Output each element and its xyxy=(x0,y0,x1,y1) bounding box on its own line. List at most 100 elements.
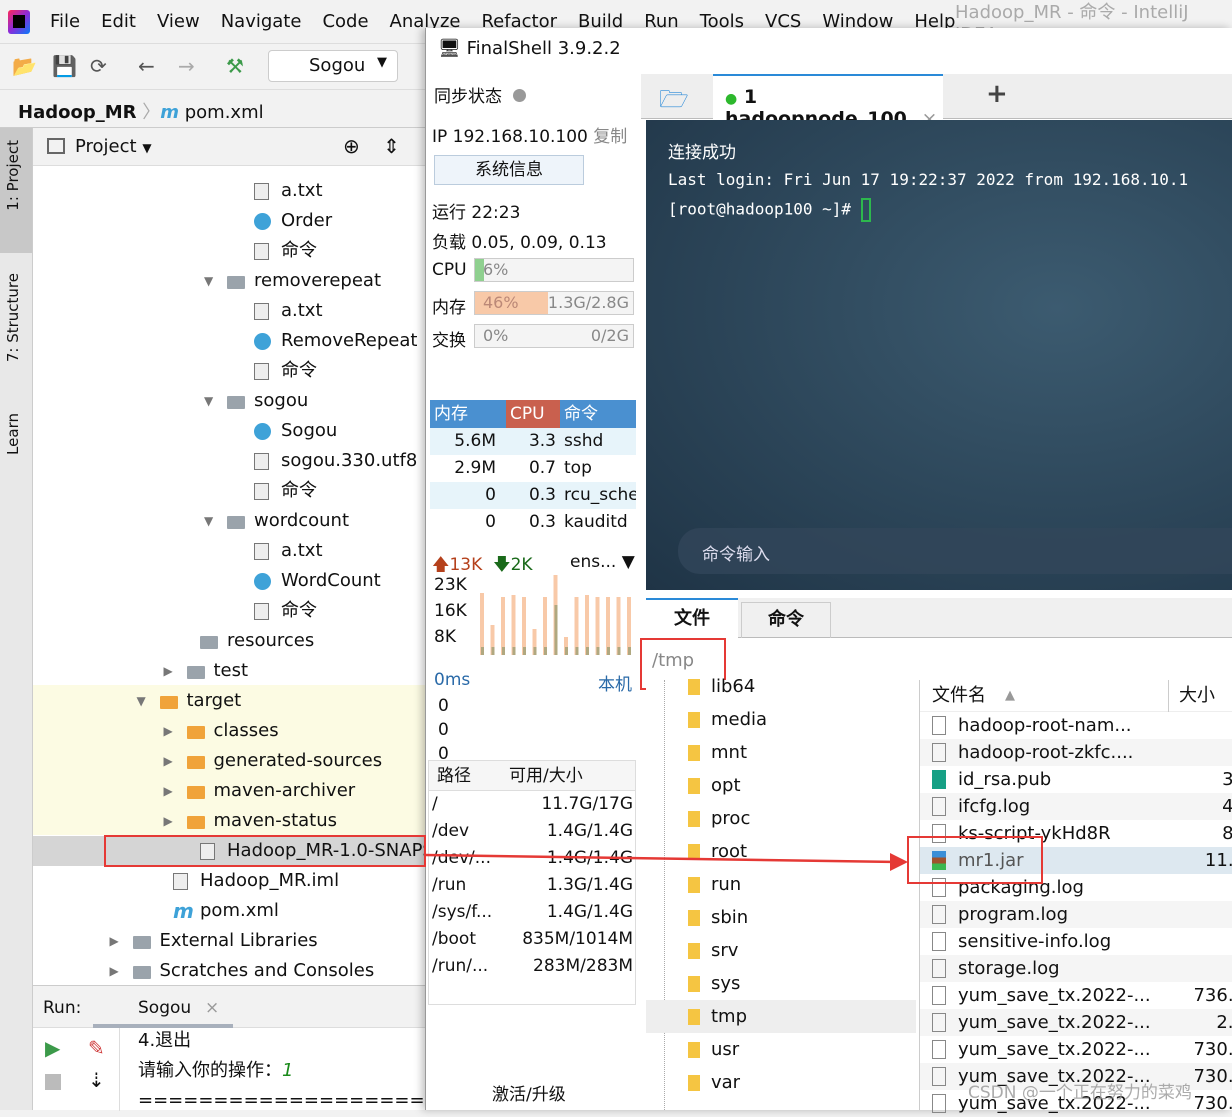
tree-item[interactable]: sogou.330.utf8 xyxy=(33,446,425,476)
expanded-arrow-icon[interactable]: ▼ xyxy=(137,686,146,716)
terminal[interactable]: 连接成功 Last login: Fri Jun 17 19:22:37 202… xyxy=(646,120,1232,590)
file-row[interactable]: hadoop-root-zkfc.... xyxy=(920,739,1232,766)
dir-item[interactable]: sys xyxy=(646,967,916,1000)
disk-row[interactable]: /run/... 283M/283M xyxy=(429,953,635,980)
tree-item[interactable]: a.txt xyxy=(33,536,425,566)
folder-open-icon[interactable]: 🗁 xyxy=(659,82,689,123)
dir-item[interactable]: sbin xyxy=(646,901,916,934)
back-icon[interactable]: ← xyxy=(138,54,155,78)
tree-item[interactable]: Order xyxy=(33,206,425,236)
disk-row[interactable]: /dev 1.4G/1.4G xyxy=(429,818,635,845)
menu-code[interactable]: Code xyxy=(322,11,368,32)
breadcrumb-file[interactable]: pom.xml xyxy=(185,102,264,123)
sync-icon[interactable]: ⟳ xyxy=(90,54,107,78)
dir-item[interactable]: srv xyxy=(646,934,916,967)
disk-row[interactable]: /dev/... 1.4G/1.4G xyxy=(429,845,635,872)
col-path[interactable]: 路径 xyxy=(429,761,499,790)
tree-item[interactable]: 命令 xyxy=(33,356,425,386)
expanded-arrow-icon[interactable]: ▼ xyxy=(204,506,213,536)
dir-item[interactable]: lib64 xyxy=(646,670,916,703)
tree-item[interactable]: resources xyxy=(33,626,425,656)
build-hammer-icon[interactable]: ⚒ xyxy=(226,54,244,78)
sort-icon[interactable]: ⇣ xyxy=(88,1068,105,1092)
disk-row[interactable]: /boot 835M/1014M xyxy=(429,926,635,953)
dir-item[interactable]: mnt xyxy=(646,736,916,769)
file-row[interactable]: program.log xyxy=(920,901,1232,928)
tree-item[interactable]: ▼ sogou xyxy=(33,386,425,416)
dir-item[interactable]: run xyxy=(646,868,916,901)
tree-item[interactable]: m pom.xml xyxy=(33,896,425,926)
collapsed-arrow-icon[interactable]: ▶ xyxy=(164,776,173,806)
file-row[interactable]: ifcfg.log 41 xyxy=(920,793,1232,820)
dir-item[interactable]: root xyxy=(646,835,916,868)
tab-files[interactable]: 文件 xyxy=(646,598,738,638)
file-row[interactable]: yum_save_tx.2022-... 736.8 xyxy=(920,982,1232,1009)
run-config-select[interactable]: Sogou ▼ xyxy=(268,50,398,82)
menu-file[interactable]: File xyxy=(50,11,80,32)
expanded-arrow-icon[interactable]: ▼ xyxy=(204,266,213,296)
command-input[interactable]: 命令输入 xyxy=(678,528,1232,574)
expanded-arrow-icon[interactable]: ▼ xyxy=(204,386,213,416)
tree-item[interactable]: a.txt xyxy=(33,296,425,326)
activate-upgrade-link[interactable]: 激活/升级 xyxy=(492,1080,566,1105)
collapse-icon[interactable]: ⇕ xyxy=(383,134,400,158)
process-row[interactable]: 0 0.3 kauditd xyxy=(430,509,636,536)
col-avail[interactable]: 可用/大小 xyxy=(499,761,583,790)
collapsed-arrow-icon[interactable]: ▶ xyxy=(164,716,173,746)
file-row[interactable]: sensitive-info.log xyxy=(920,928,1232,955)
console-input[interactable]: 1 xyxy=(282,1060,293,1081)
forward-icon[interactable]: → xyxy=(178,54,195,78)
save-icon[interactable]: 💾 xyxy=(52,54,77,78)
tree-item[interactable]: ▶ Scratches and Consoles xyxy=(33,956,425,986)
dir-item[interactable]: usr xyxy=(646,1033,916,1066)
tree-item[interactable]: 命令 xyxy=(33,596,425,626)
col-filename[interactable]: 文件名 xyxy=(932,680,986,712)
tree-item[interactable]: RemoveRepeat xyxy=(33,326,425,356)
tab-commands[interactable]: 命令 xyxy=(741,602,831,638)
open-folder-icon[interactable]: 📂 xyxy=(12,54,37,78)
col-size[interactable]: 大小 xyxy=(1168,680,1215,712)
dir-item[interactable]: tmp xyxy=(646,1000,916,1033)
close-icon[interactable]: × xyxy=(205,998,219,1018)
project-view-select[interactable]: Project xyxy=(75,136,137,157)
tree-item[interactable]: ▶ External Libraries xyxy=(33,926,425,956)
copy-ip-link[interactable]: 复制 xyxy=(593,127,627,147)
menu-edit[interactable]: Edit xyxy=(101,11,136,32)
tree-item[interactable]: ▼ removerepeat xyxy=(33,266,425,296)
run-tab-sogou[interactable]: Sogou xyxy=(138,998,191,1018)
clear-icon[interactable]: ✎ xyxy=(88,1036,105,1060)
tree-item[interactable]: ▼ target xyxy=(33,686,425,716)
file-row[interactable]: yum_save_tx.2022-... 730.7 xyxy=(920,1036,1232,1063)
tree-item[interactable]: 命令 xyxy=(33,476,425,506)
tree-item[interactable]: Hadoop_MR.iml xyxy=(33,866,425,896)
col-cpu[interactable]: CPU xyxy=(506,400,560,428)
run-icon[interactable]: ▶ xyxy=(45,1036,60,1060)
dir-item[interactable]: proc xyxy=(646,802,916,835)
disk-row[interactable]: / 11.7G/17G xyxy=(429,791,635,818)
col-mem[interactable]: 内存 xyxy=(430,400,506,428)
file-row[interactable]: hadoop-root-nam... xyxy=(920,712,1232,739)
collapsed-arrow-icon[interactable]: ▶ xyxy=(164,806,173,836)
process-row[interactable]: 0 0.3 rcu_sche xyxy=(430,482,636,509)
tab-project[interactable]: 1: Project xyxy=(4,140,22,211)
tree-item[interactable]: a.txt xyxy=(33,176,425,206)
menu-view[interactable]: View xyxy=(157,11,200,32)
system-info-button[interactable]: 系统信息 xyxy=(434,155,584,185)
tab-structure[interactable]: 7: Structure xyxy=(4,273,22,362)
disk-row[interactable]: /run 1.3G/1.4G xyxy=(429,872,635,899)
process-row[interactable]: 2.9M 0.7 top xyxy=(430,455,636,482)
add-tab-icon[interactable]: + xyxy=(986,79,1008,109)
iface-select[interactable]: ens... ▼ xyxy=(570,552,635,572)
tree-item[interactable]: Sogou xyxy=(33,416,425,446)
col-cmd[interactable]: 命令 xyxy=(560,400,636,428)
tree-item[interactable]: WordCount xyxy=(33,566,425,596)
collapsed-arrow-icon[interactable]: ▶ xyxy=(164,746,173,776)
file-row[interactable]: storage.log xyxy=(920,955,1232,982)
tree-item[interactable]: ▶ maven-archiver xyxy=(33,776,425,806)
collapsed-arrow-icon[interactable]: ▶ xyxy=(164,656,173,686)
process-row[interactable]: 5.6M 3.3 sshd xyxy=(430,428,636,455)
menu-navigate[interactable]: Navigate xyxy=(221,11,302,32)
session-tab[interactable]: ● 1 hadoopnode_100 × xyxy=(713,74,943,130)
breadcrumb-project[interactable]: Hadoop_MR xyxy=(18,102,137,123)
locate-icon[interactable]: ⊕ xyxy=(343,134,360,158)
